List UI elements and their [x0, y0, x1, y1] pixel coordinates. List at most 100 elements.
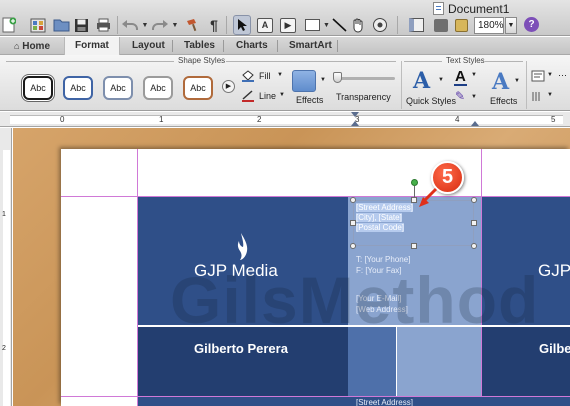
- document-icon: [433, 2, 444, 15]
- fill-label[interactable]: Fill: [259, 71, 271, 81]
- rotate-handle[interactable]: [411, 179, 418, 186]
- resize-handle-w[interactable]: [350, 220, 356, 226]
- shape-dropdown-icon[interactable]: ▼: [323, 15, 330, 35]
- vertical-ruler-number: 1: [2, 211, 6, 218]
- toolbox-icon[interactable]: [431, 15, 450, 35]
- text-outline-icon[interactable]: ✎: [455, 89, 465, 103]
- text-direction-dropdown-icon[interactable]: ▼: [547, 92, 553, 98]
- hand-tool-icon[interactable]: [349, 15, 367, 35]
- resize-handle-sw[interactable]: [350, 243, 356, 249]
- vertical-ruler[interactable]: [0, 128, 12, 406]
- templates-icon[interactable]: [29, 15, 47, 35]
- callout-arrow-icon: [418, 187, 440, 212]
- redo-icon[interactable]: [150, 15, 170, 35]
- open-icon[interactable]: [52, 15, 70, 35]
- quick-styles-label[interactable]: Quick Styles: [406, 96, 456, 106]
- shape-style-option[interactable]: Abc: [183, 76, 213, 100]
- media-browser-icon[interactable]: [370, 15, 390, 35]
- zoom-input[interactable]: 180%: [474, 17, 504, 34]
- shape-style-option[interactable]: Abc: [23, 76, 53, 100]
- fill-dropdown-icon[interactable]: ▼: [277, 72, 283, 78]
- print-icon[interactable]: [95, 15, 112, 35]
- shape-effects-icon[interactable]: [292, 70, 316, 92]
- text-outline-dropdown-icon[interactable]: ▼: [471, 94, 477, 100]
- quick-styles-dropdown-icon[interactable]: ▼: [438, 77, 444, 83]
- text-box-tool-icon[interactable]: [531, 70, 545, 82]
- shape-style-option[interactable]: Abc: [143, 76, 173, 100]
- address-text-2[interactable]: [Street Address]: [356, 398, 413, 406]
- ruler-body: [10, 115, 563, 124]
- text-box-icon[interactable]: A: [256, 15, 274, 35]
- zoom-dropdown-icon[interactable]: ▼: [505, 17, 517, 34]
- left-indent-marker[interactable]: [351, 121, 359, 126]
- text-effects-dropdown-icon[interactable]: ▼: [514, 78, 520, 84]
- paragraph-marks-icon[interactable]: ¶: [207, 15, 221, 35]
- text-direction-icon[interactable]: [531, 90, 545, 102]
- home-icon: ⌂: [14, 41, 20, 51]
- text-fill-dropdown-icon[interactable]: ▼: [471, 72, 477, 78]
- transparency-label: Transparency: [336, 92, 391, 102]
- more-options-icon[interactable]: ⋯: [558, 70, 567, 81]
- resize-handle-n[interactable]: [411, 197, 417, 203]
- person-name[interactable]: Gilberto Perera: [194, 341, 288, 356]
- tab-smartart[interactable]: SmartArt: [279, 37, 342, 55]
- tab-layout[interactable]: Layout: [122, 37, 175, 55]
- line-color-icon[interactable]: [241, 90, 255, 102]
- group-divider: [401, 61, 402, 109]
- tab-charts[interactable]: Charts: [226, 37, 278, 55]
- effects-dropdown-icon[interactable]: ▼: [320, 77, 326, 83]
- sidebar-icon[interactable]: [406, 15, 426, 35]
- effects-label[interactable]: Effects: [296, 95, 323, 105]
- new-document-icon[interactable]: [1, 15, 16, 35]
- tab-divider: [223, 40, 224, 52]
- resize-handle-ne[interactable]: [471, 197, 477, 203]
- text-effects-label[interactable]: Effects: [490, 96, 517, 106]
- transparency-slider[interactable]: [335, 77, 395, 80]
- tab-divider: [172, 40, 173, 52]
- resize-handle-s[interactable]: [411, 243, 417, 249]
- ruler-number: 1: [159, 115, 164, 124]
- horizontal-ruler[interactable]: [0, 112, 570, 127]
- company-name-2[interactable]: GJP: [538, 261, 570, 281]
- shape-icon[interactable]: [302, 15, 322, 35]
- text-effects-icon[interactable]: A: [492, 69, 509, 95]
- right-indent-marker[interactable]: [471, 121, 479, 126]
- save-icon[interactable]: [73, 15, 90, 35]
- help-icon[interactable]: ?: [524, 17, 539, 32]
- fill-bucket-icon[interactable]: [241, 70, 255, 82]
- window-title: Document1: [448, 2, 510, 16]
- gallery-next-icon[interactable]: ▶: [222, 80, 235, 93]
- transparency-slider-knob[interactable]: [333, 72, 342, 83]
- shape-style-option[interactable]: Abc: [63, 76, 93, 100]
- line-tool-icon[interactable]: [330, 15, 348, 35]
- person-name-2[interactable]: Gilbe: [539, 341, 570, 356]
- group-rule: [226, 61, 396, 62]
- card-next-row: [138, 397, 570, 406]
- undo-icon[interactable]: [120, 15, 140, 35]
- format-painter-icon[interactable]: [184, 15, 202, 35]
- text-fill-icon[interactable]: A: [455, 68, 466, 85]
- tab-tables[interactable]: Tables: [174, 37, 225, 55]
- shape-style-option[interactable]: Abc: [103, 76, 133, 100]
- vertical-text-box-icon[interactable]: ▶: [279, 15, 297, 35]
- toolbar-divider: [226, 16, 227, 34]
- line-label[interactable]: Line: [259, 91, 276, 101]
- ruler-number: 4: [455, 115, 460, 124]
- resize-handle-nw[interactable]: [350, 197, 356, 203]
- redo-dropdown-icon[interactable]: ▼: [171, 15, 179, 35]
- tab-home[interactable]: ⌂ Home: [4, 37, 60, 55]
- tab-format[interactable]: Format: [64, 37, 120, 56]
- text-box-dropdown-icon[interactable]: ▼: [547, 72, 553, 78]
- toolbox-extra-icon[interactable]: [453, 15, 470, 35]
- resize-handle-se[interactable]: [471, 243, 477, 249]
- group-label-text-styles: Text Styles: [446, 56, 485, 65]
- text-box-selection[interactable]: [353, 200, 474, 246]
- select-pointer-icon[interactable]: [233, 15, 251, 35]
- quick-styles-icon[interactable]: A: [413, 68, 430, 94]
- resize-handle-e[interactable]: [471, 220, 477, 226]
- line-dropdown-icon[interactable]: ▼: [279, 92, 285, 98]
- ruler-body: [3, 150, 10, 406]
- first-line-indent-marker[interactable]: [351, 112, 359, 117]
- watermark-text: GilsMethod: [170, 263, 540, 337]
- undo-dropdown-icon[interactable]: ▼: [141, 15, 149, 35]
